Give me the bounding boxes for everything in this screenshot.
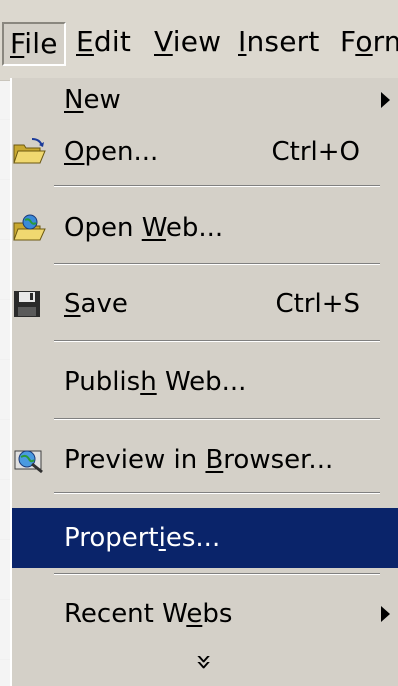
menu-file-accel: F [10, 27, 25, 60]
menu-separator [54, 263, 380, 265]
floppy-disk-icon [14, 291, 40, 317]
menu-item-publish-web[interactable]: Publish Web... [12, 352, 398, 412]
menu-item-save-shortcut: Ctrl+S [275, 289, 360, 319]
menu-item-preview-label: Preview in Browser... [64, 445, 334, 475]
menu-view-accel: V [154, 25, 173, 58]
menu-insert-label-post: nsert [246, 25, 320, 58]
menu-item-publish-web-label: Publish Web... [64, 367, 247, 397]
menu-item-open-shortcut: Ctrl+O [271, 137, 360, 167]
menu-file[interactable]: File [2, 22, 66, 66]
file-menu-dropdown: New Open... Ctrl+O Open Web... Save Ctrl… [10, 78, 398, 686]
menu-item-new-label: New [64, 85, 121, 115]
double-chevron-down-icon: » [188, 653, 222, 671]
menu-item-open-label: Open... [64, 137, 159, 167]
menu-edit-label-post: dit [93, 25, 132, 58]
menu-separator [54, 492, 380, 494]
menu-insert[interactable]: Insert [238, 22, 320, 62]
menu-separator [54, 185, 380, 187]
menu-item-preview-in-browser[interactable]: Preview in Browser... [12, 430, 398, 490]
menu-format-label-post: rm [372, 25, 398, 58]
menu-view[interactable]: View [154, 22, 221, 62]
menu-bar: File Edit View Insert Form [0, 0, 398, 81]
menu-format-label-pre: F [340, 25, 356, 58]
expand-menu-button[interactable]: » [12, 642, 398, 682]
menu-item-save-label: Save [64, 289, 128, 319]
menu-format[interactable]: Form [340, 22, 398, 62]
menu-item-recent-webs-label: Recent Webs [64, 599, 233, 629]
submenu-arrow-icon [381, 606, 390, 622]
menu-separator [54, 340, 380, 342]
menu-item-recent-webs[interactable]: Recent Webs [12, 584, 398, 644]
menu-view-label-post: iew [172, 25, 222, 58]
menu-item-open[interactable]: Open... Ctrl+O [12, 122, 398, 182]
menu-item-properties[interactable]: Properties... [12, 508, 398, 568]
menu-item-open-web[interactable]: Open Web... [12, 198, 398, 258]
menu-format-accel: o [355, 25, 373, 58]
menu-item-open-web-label: Open Web... [64, 213, 224, 243]
submenu-arrow-icon [381, 92, 390, 108]
open-folder-icon [13, 138, 46, 164]
menu-file-label-post: ile [24, 27, 58, 60]
menu-item-properties-label: Properties... [64, 523, 221, 553]
menu-edit[interactable]: Edit [76, 22, 131, 62]
open-web-folder-icon [13, 214, 46, 241]
menu-item-save[interactable]: Save Ctrl+S [12, 274, 398, 334]
menu-separator [54, 418, 380, 420]
menu-separator [54, 573, 380, 575]
menu-item-new[interactable]: New [12, 70, 398, 130]
menu-edit-accel: E [76, 25, 94, 58]
preview-browser-icon [14, 450, 43, 474]
